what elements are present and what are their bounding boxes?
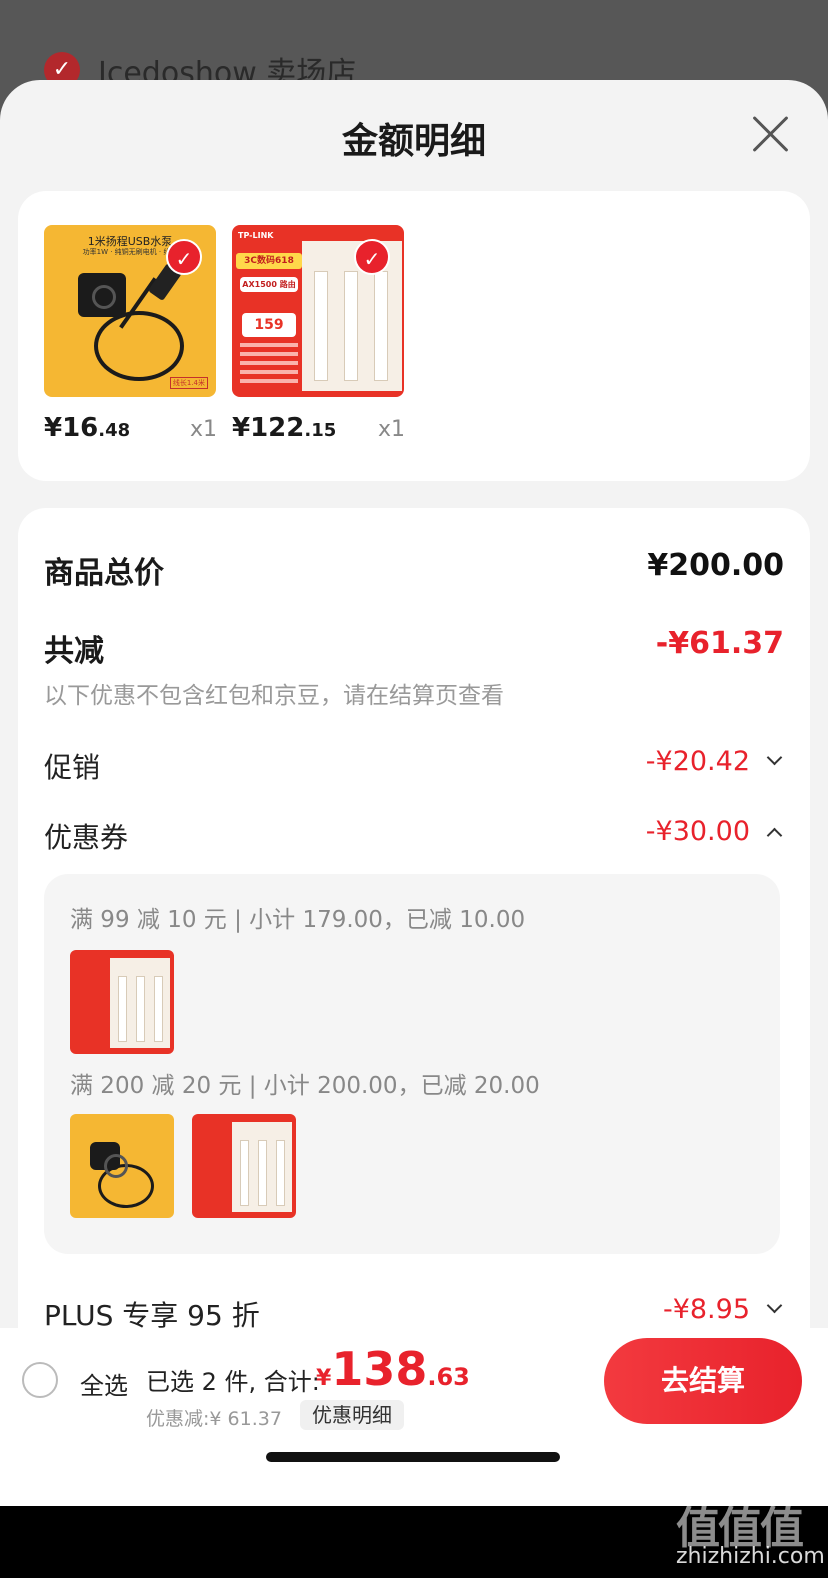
coupon-detail-box: 满 99 减 10 元 | 小计 179.00，已减 10.00 满 200 减… — [44, 874, 780, 1254]
coupon-product-thumbnail — [192, 1114, 296, 1218]
reduction-label: 共减 — [44, 634, 104, 669]
product-thumbnail: 1米扬程USB水泵 功率1W · 纯铜无刷电机 · 线长 线长1.4米 ✓ — [44, 225, 216, 397]
product-qty: x1 — [378, 417, 406, 442]
coupon-line: 满 99 减 10 元 | 小计 179.00，已减 10.00 — [70, 907, 526, 933]
product-item[interactable]: TP-LINK 3C数码618 AX1500 路由 159 ✓ ¥122.15 … — [232, 225, 408, 443]
plus-amount: -¥8.95 — [662, 1294, 750, 1325]
selected-check-icon[interactable]: ✓ — [166, 239, 202, 275]
close-icon[interactable] — [750, 114, 790, 154]
promo-amount: -¥20.42 — [645, 746, 750, 777]
sheet-title: 金额明细 — [341, 121, 486, 162]
discount-text: 优惠减:¥ 61.37 — [146, 1408, 282, 1430]
subtotal-amount: ¥200.00 — [647, 548, 784, 583]
discount-detail-button[interactable]: 优惠明细 — [300, 1400, 404, 1430]
reduction-note: 以下优惠不包含红包和京豆，请在结算页查看 — [44, 683, 504, 709]
selected-check-icon[interactable]: ✓ — [354, 239, 390, 275]
selected-count-text: 已选 2 件, 合计: — [146, 1368, 320, 1396]
home-indicator[interactable] — [266, 1452, 560, 1462]
product-qty: x1 — [190, 417, 218, 442]
subtotal-label: 商品总价 — [44, 556, 164, 591]
cable-coil — [94, 311, 184, 381]
thumb-feature-lines — [240, 343, 298, 383]
products-card: 1米扬程USB水泵 功率1W · 纯铜无刷电机 · 线长 线长1.4米 ✓ ¥1… — [18, 191, 810, 481]
coupon-amount: -¥30.00 — [645, 816, 750, 847]
product-item[interactable]: 1米扬程USB水泵 功率1W · 纯铜无刷电机 · 线长 线长1.4米 ✓ ¥1… — [44, 225, 220, 443]
thumb-brand: TP-LINK — [238, 231, 274, 240]
coupon-label: 优惠券 — [44, 821, 129, 854]
select-all-label[interactable]: 全选 — [80, 1366, 128, 1401]
coupon-product-thumbnail — [70, 950, 174, 1054]
thumb-promo: 3C数码618 — [236, 253, 302, 269]
thumb-spec: AX1500 路由 — [240, 277, 298, 292]
pump-body — [78, 273, 126, 317]
product-thumbnail: TP-LINK 3C数码618 AX1500 路由 159 ✓ — [232, 225, 404, 397]
watermark-url: zhizhizhi.com — [676, 1544, 825, 1569]
promo-label: 促销 — [44, 751, 101, 784]
thumb-tag: 线长1.4米 — [169, 377, 208, 389]
reduction-amount: -¥61.37 — [655, 626, 784, 661]
amount-detail-sheet: 金额明细 1米扬程USB水泵 功率1W · 纯铜无刷电机 · 线长 线长1.4米… — [0, 80, 828, 1578]
total-price: ¥138.63 — [316, 1342, 470, 1396]
select-all-radio[interactable] — [22, 1362, 58, 1398]
coupon-product-thumbnail — [70, 1114, 174, 1218]
coupon-line: 满 200 减 20 元 | 小计 200.00，已减 20.00 — [70, 1073, 540, 1099]
product-price: ¥16.48 — [44, 413, 131, 443]
product-price: ¥122.15 — [232, 413, 337, 443]
thumb-number: 159 — [242, 313, 296, 337]
checkout-button[interactable]: 去结算 — [604, 1338, 802, 1424]
